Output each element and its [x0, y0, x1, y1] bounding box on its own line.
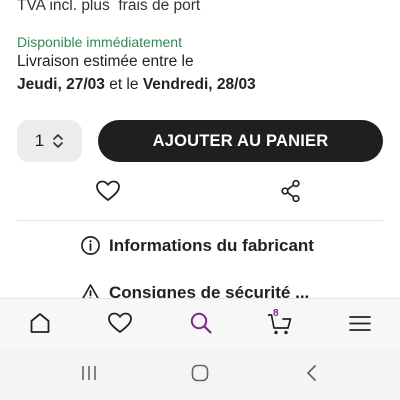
- chevron-up-down-icon: [53, 134, 64, 148]
- heart-icon[interactable]: [107, 311, 133, 335]
- price-note: TVA incl. plus frais de port: [17, 0, 201, 14]
- delivery-dates: Jeudi, 27/03 et le Vendredi, 28/03: [17, 76, 256, 94]
- delivery-connector: et le: [104, 76, 143, 93]
- search-icon[interactable]: [189, 311, 213, 335]
- bottom-navigation: 8: [0, 298, 400, 351]
- delivery-estimate-label: Livraison estimée entre le: [17, 53, 194, 70]
- share-icon[interactable]: [279, 179, 303, 203]
- info-icon: [81, 236, 100, 255]
- home-icon[interactable]: [29, 311, 51, 335]
- system-navigation-bar: [0, 350, 400, 400]
- quantity-value: 1: [34, 131, 45, 150]
- manufacturer-info-label: Informations du fabricant: [109, 235, 314, 255]
- heart-icon[interactable]: [95, 179, 121, 203]
- delivery-date-to: Vendredi, 28/03: [142, 76, 256, 93]
- home-button-icon[interactable]: [191, 364, 209, 382]
- cart-icon: [267, 314, 292, 335]
- divider: [17, 220, 383, 221]
- manufacturer-info-row[interactable]: Informations du fabricant: [80, 235, 314, 256]
- menu-icon[interactable]: [349, 315, 371, 332]
- product-purchase-panel: TVA incl. plus frais de port Disponible …: [0, 0, 400, 300]
- recent-apps-icon[interactable]: [80, 364, 98, 382]
- delivery-date-from: Jeudi, 27/03: [17, 76, 105, 93]
- back-icon[interactable]: [305, 364, 319, 382]
- quantity-selector[interactable]: 1: [17, 120, 82, 162]
- cart-button[interactable]: 8: [267, 308, 293, 337]
- add-to-cart-button[interactable]: AJOUTER AU PANIER: [98, 120, 383, 162]
- availability-status: Disponible immédiatement: [17, 34, 182, 50]
